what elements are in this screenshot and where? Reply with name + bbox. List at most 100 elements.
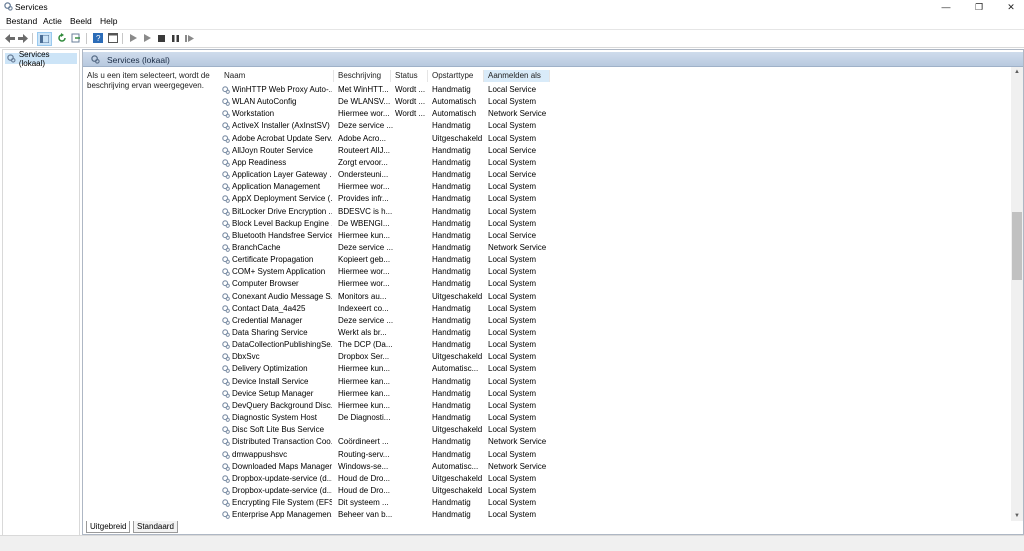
gear-icon bbox=[222, 487, 230, 495]
service-row[interactable]: Enterprise App Managemen... Beheer van b.… bbox=[220, 509, 1010, 521]
stop-service-icon[interactable] bbox=[155, 32, 168, 44]
service-row[interactable]: Downloaded Maps Manager Windows-se... Auto… bbox=[220, 461, 1010, 473]
maximize-button[interactable]: ❐ bbox=[966, 0, 992, 14]
pause-service-icon[interactable] bbox=[169, 32, 182, 44]
cell-startup-type: Handmatig bbox=[432, 388, 471, 398]
gear-icon bbox=[222, 146, 230, 155]
menu-help[interactable]: Help bbox=[100, 16, 117, 26]
service-row[interactable]: WLAN AutoConfig De WLANSV... Wordt ... Auto… bbox=[220, 96, 1010, 108]
cell-status bbox=[395, 388, 429, 400]
service-row[interactable]: Dropbox-update-service (d... Houd de Dro.… bbox=[220, 473, 1010, 485]
start-service-alt-icon[interactable] bbox=[141, 32, 154, 44]
service-row[interactable]: dmwappushsvc Routing-serv... Handmatig Loca… bbox=[220, 449, 1010, 461]
back-arrow-icon[interactable] bbox=[3, 32, 16, 44]
cell-description: Kopieert geb... bbox=[338, 255, 391, 265]
tab-extended[interactable]: Uitgebreid bbox=[86, 521, 131, 533]
restart-service-icon[interactable] bbox=[183, 32, 196, 44]
service-row[interactable]: Contact Data_4a425 Indexeert co... Handmat… bbox=[220, 303, 1010, 315]
service-row[interactable]: Certificate Propagation Kopieert geb... Ha… bbox=[220, 254, 1010, 266]
cell-name: Conexant Audio Message S... bbox=[232, 291, 332, 301]
tab-standard[interactable]: Standaard bbox=[133, 521, 178, 533]
service-row[interactable]: Dropbox-update-service (d... Houd de Dro.… bbox=[220, 485, 1010, 497]
refresh-icon[interactable] bbox=[55, 32, 68, 44]
start-service-icon[interactable] bbox=[127, 32, 140, 44]
column-header-description[interactable]: Beschrijving bbox=[334, 70, 391, 82]
tree-item-services-local[interactable]: Services (lokaal) bbox=[5, 50, 77, 68]
service-row[interactable]: Device Setup Manager Hiermee kan... Handma… bbox=[220, 388, 1010, 400]
cell-status bbox=[395, 120, 429, 132]
help-icon[interactable]: ? bbox=[91, 32, 104, 44]
properties-icon[interactable] bbox=[106, 32, 119, 44]
gear-icon bbox=[222, 462, 230, 471]
column-header-name[interactable]: Naam bbox=[220, 70, 334, 82]
gear-icon bbox=[222, 317, 230, 325]
close-button[interactable]: ✕ bbox=[998, 0, 1024, 14]
cell-startup-type: Uitgeschakeld bbox=[432, 473, 483, 483]
vertical-scrollbar[interactable]: ▲ ▼ bbox=[1011, 67, 1023, 521]
gear-icon bbox=[222, 219, 230, 228]
cell-status bbox=[395, 327, 429, 339]
scrollbar-thumb[interactable] bbox=[1012, 212, 1022, 280]
cell-log-on-as: Local Service bbox=[488, 145, 537, 155]
service-row[interactable]: DevQuery Background Disc... Hiermee kun..… bbox=[220, 400, 1010, 412]
cell-log-on-as: Local Service bbox=[488, 85, 537, 94]
console-tree-icon[interactable] bbox=[37, 32, 52, 46]
cell-status bbox=[395, 291, 429, 303]
cell-status bbox=[395, 206, 429, 218]
column-header-status[interactable]: Status bbox=[391, 70, 428, 82]
service-row[interactable]: Delivery Optimization Hiermee kun... Autom… bbox=[220, 363, 1010, 375]
cell-description: Hiermee kun... bbox=[338, 364, 391, 374]
service-row[interactable]: Block Level Backup Engine ... De WBENGI..… bbox=[220, 218, 1010, 230]
service-row[interactable]: Encrypting File System (EFS) Dit systeem … bbox=[220, 497, 1010, 509]
cell-log-on-as: Network Service bbox=[488, 242, 547, 252]
cell-status bbox=[395, 424, 429, 436]
cell-log-on-as: Local System bbox=[488, 133, 537, 143]
menu-action[interactable]: Actie bbox=[43, 16, 62, 26]
cell-startup-type: Handmatig bbox=[432, 437, 471, 447]
service-row[interactable]: COM+ System Application Hiermee wor... Han… bbox=[220, 266, 1010, 278]
cell-startup-type: Handmatig bbox=[432, 449, 471, 459]
service-row[interactable]: BranchCache Deze service ... Handmatig Netw… bbox=[220, 242, 1010, 254]
gear-icon bbox=[222, 86, 230, 94]
service-row[interactable]: ActiveX Installer (AxInstSV) Deze service… bbox=[220, 120, 1010, 132]
service-row[interactable]: Diagnostic System Host De Diagnosti... Han… bbox=[220, 412, 1010, 424]
service-row[interactable]: Data Sharing Service Werkt als br... Handm… bbox=[220, 327, 1010, 339]
service-row[interactable]: Application Layer Gateway ... Ondersteuni… bbox=[220, 169, 1010, 181]
scroll-up-arrow-icon[interactable]: ▲ bbox=[1011, 67, 1023, 77]
cell-name: Encrypting File System (EFS) bbox=[232, 498, 332, 508]
cell-description: Deze service ... bbox=[338, 242, 393, 252]
service-row[interactable]: DbxSvc Dropbox Ser... Uitgeschakeld Local S… bbox=[220, 351, 1010, 363]
forward-arrow-icon[interactable] bbox=[16, 32, 29, 44]
menu-file[interactable]: Bestand bbox=[6, 16, 37, 26]
service-row[interactable]: DataCollectionPublishingSe... The DCP (Da… bbox=[220, 339, 1010, 351]
service-row[interactable]: Distributed Transaction Coo... Coördineer… bbox=[220, 436, 1010, 448]
service-row[interactable]: Bluetooth Handsfree Service Hiermee kun..… bbox=[220, 230, 1010, 242]
service-row[interactable]: Workstation Hiermee wor... Wordt ... Automa… bbox=[220, 108, 1010, 120]
service-row[interactable]: Conexant Audio Message S... Monitors au..… bbox=[220, 291, 1010, 303]
service-row[interactable]: Disc Soft Lite Bus Service Uitgeschakeld L… bbox=[220, 424, 1010, 436]
cell-status bbox=[395, 436, 429, 448]
menu-view[interactable]: Beeld bbox=[70, 16, 92, 26]
cell-description: Coördineert ... bbox=[338, 437, 389, 447]
column-header-log-on-as[interactable]: Aanmelden als bbox=[484, 70, 550, 82]
cell-description: Hiermee kan... bbox=[338, 376, 391, 386]
service-row[interactable]: Device Install Service Hiermee kan... Hand… bbox=[220, 376, 1010, 388]
service-row[interactable]: Computer Browser Hiermee wor... Handmatig L… bbox=[220, 278, 1010, 290]
minimize-button[interactable]: — bbox=[933, 0, 959, 14]
service-row[interactable]: WinHTTP Web Proxy Auto-... Met WinHTT... W… bbox=[220, 84, 1010, 96]
cell-startup-type: Handmatig bbox=[432, 328, 471, 337]
service-row[interactable]: App Readiness Zorgt ervoor... Handmatig Loc… bbox=[220, 157, 1010, 169]
service-row[interactable]: AllJoyn Router Service Routeert AllJ... Ha… bbox=[220, 145, 1010, 157]
column-header-startup-type[interactable]: Opstarttype bbox=[428, 70, 484, 82]
cell-startup-type: Handmatig bbox=[432, 498, 471, 508]
service-row[interactable]: Application Management Hiermee wor... Hand… bbox=[220, 181, 1010, 193]
service-row[interactable]: AppX Deployment Service (... Provides inf… bbox=[220, 193, 1010, 205]
service-row[interactable]: Adobe Acrobat Update Serv... Adobe Acro..… bbox=[220, 133, 1010, 145]
cell-status bbox=[395, 376, 429, 388]
cell-log-on-as: Local System bbox=[488, 157, 537, 167]
cell-description: Hiermee wor... bbox=[338, 267, 390, 277]
scroll-down-arrow-icon[interactable]: ▼ bbox=[1011, 511, 1023, 521]
service-row[interactable]: BitLocker Drive Encryption ... BDESVC is … bbox=[220, 206, 1010, 218]
service-row[interactable]: Credential Manager Deze service ... Handma… bbox=[220, 315, 1010, 327]
export-list-icon[interactable] bbox=[69, 32, 82, 44]
